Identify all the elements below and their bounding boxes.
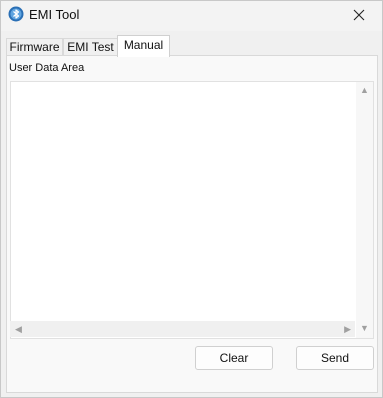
tab-emi-test[interactable]: EMI Test — [63, 38, 118, 56]
clear-button[interactable]: Clear — [195, 346, 273, 370]
scroll-left-icon[interactable]: ◀ — [15, 325, 22, 334]
scroll-up-icon[interactable]: ▲ — [360, 86, 369, 95]
tab-firmware[interactable]: Firmware — [6, 38, 63, 56]
window-title: EMI Tool — [29, 7, 80, 22]
title-bar[interactable]: EMI Tool — [1, 1, 382, 31]
manual-panel: User Data Area ▲ ▼ ◀ ▶ Clear Send — [6, 55, 378, 393]
emi-tool-window: EMI Tool Firmware EMI Test Manual User D… — [0, 0, 383, 398]
close-button[interactable] — [336, 1, 382, 31]
user-data-area-label: User Data Area — [9, 62, 85, 74]
bluetooth-globe-icon — [8, 6, 24, 22]
close-icon — [353, 9, 365, 24]
vertical-scrollbar[interactable]: ▲ ▼ — [356, 82, 373, 338]
user-data-textarea[interactable] — [10, 81, 374, 339]
tab-manual[interactable]: Manual — [117, 35, 170, 57]
scroll-right-icon[interactable]: ▶ — [344, 325, 351, 334]
scroll-down-icon[interactable]: ▼ — [360, 324, 369, 333]
horizontal-scrollbar[interactable]: ◀ ▶ — [10, 321, 355, 337]
send-button[interactable]: Send — [296, 346, 374, 370]
